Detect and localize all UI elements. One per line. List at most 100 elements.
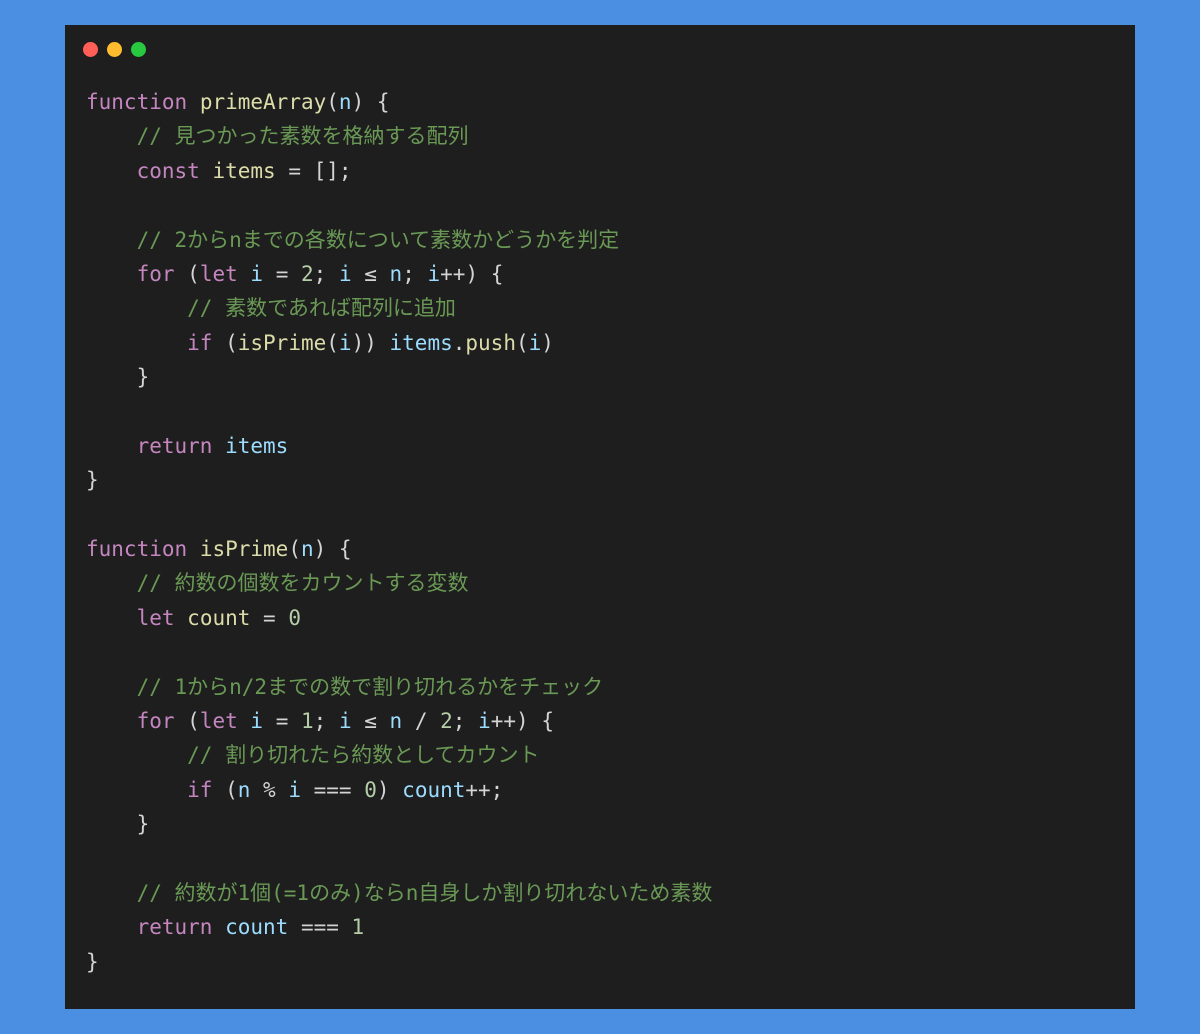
code-token-variable: n — [237, 777, 251, 802]
code-line: // 1からn/2までの数で割り切れるかをチェック — [86, 670, 1115, 704]
code-line: for (let i = 1; i ≤ n / 2; i++) { — [86, 704, 1115, 738]
code-token-plain: ) — [541, 330, 554, 355]
code-line: function primeArray(n) { — [86, 85, 1115, 119]
code-token-plain: } — [86, 468, 99, 493]
code-token-keyword: let — [199, 709, 238, 734]
maximize-dot-icon[interactable] — [131, 42, 146, 57]
code-token-function: isPrime — [199, 537, 289, 562]
code-line: // 割り切れたら約数としてカウント — [86, 738, 1115, 772]
code-token-variable: i — [338, 709, 352, 734]
code-token-function: push — [465, 330, 516, 355]
code-token-keyword: let — [136, 605, 175, 630]
code-token-comment: // 約数の個数をカウントする変数 — [136, 571, 469, 596]
code-line: const items = []; — [86, 154, 1115, 188]
code-token-plain: / — [402, 709, 441, 734]
code-token-variable: count — [225, 915, 289, 940]
code-token-plain: = — [263, 709, 301, 734]
code-token-plain: ( — [288, 537, 301, 562]
code-token-plain: ++) { — [490, 709, 554, 734]
code-token-variable: items — [225, 433, 289, 458]
code-token-plain: ) { — [351, 90, 390, 114]
code-token-variable: i — [338, 261, 352, 286]
code-line: if (n % i === 0) count++; — [86, 773, 1115, 807]
code-line: return items — [86, 429, 1115, 463]
code-token-variable: n — [300, 537, 314, 562]
code-token-variable: i — [288, 777, 301, 802]
code-line: let count = 0 — [86, 601, 1115, 635]
code-token-number: 2 — [301, 261, 314, 286]
code-token-plain: ≤ — [351, 261, 390, 286]
code-token-variable: n — [389, 261, 403, 286]
code-token-keyword: for — [136, 261, 175, 286]
code-token-keyword: for — [136, 709, 175, 734]
code-line: } — [86, 360, 1115, 394]
code-line: } — [86, 807, 1115, 841]
code-token-plain: = — [250, 605, 289, 630]
code-token-plain: )) — [351, 330, 390, 355]
code-line: return count === 1 — [86, 910, 1115, 944]
close-dot-icon[interactable] — [83, 42, 98, 57]
code-token-variable: i — [427, 261, 441, 286]
code-token-plain: ( — [212, 777, 238, 802]
code-token-comment: // 見つかった素数を格納する配列 — [136, 124, 469, 149]
code-token-number: 1 — [351, 915, 365, 940]
code-token-function: primeArray — [199, 90, 327, 114]
code-token-comment: // 1からn/2までの数で割り切れるかをチェック — [136, 674, 604, 699]
code-token-keyword: function — [86, 90, 188, 114]
code-token-plain: } — [86, 812, 150, 837]
code-token-plain: . — [452, 330, 466, 355]
code-token-plain: } — [86, 365, 150, 390]
code-token-plain: ( — [212, 330, 238, 355]
code-token-variable: n — [338, 90, 352, 114]
code-token-keyword: function — [86, 537, 188, 562]
code-window: function primeArray(n) { // 見つかった素数を格納する… — [65, 25, 1135, 1009]
code-token-number: 1 — [301, 709, 314, 734]
code-token-function: isPrime — [237, 330, 327, 355]
code-token-comment: // 割り切れたら約数としてカウント — [187, 743, 540, 768]
code-line: } — [86, 945, 1115, 979]
code-token-comment: // 2からnまでの各数について素数かどうかを判定 — [136, 227, 620, 252]
code-token-plain: ++) { — [440, 261, 504, 286]
code-token-plain: ; — [452, 709, 479, 734]
code-line: // 約数が1個(=1のみ)ならn自身しか割り切れないため素数 — [86, 876, 1115, 910]
code-token-keyword: if — [187, 777, 213, 802]
code-line: function isPrime(n) { — [86, 532, 1115, 566]
code-line: if (isPrime(i)) items.push(i) — [86, 326, 1115, 360]
code-token-plain: ( — [326, 330, 339, 355]
code-line: for (let i = 2; i ≤ n; i++) { — [86, 257, 1115, 291]
code-token-number: 2 — [440, 709, 453, 734]
window-controls — [83, 42, 146, 57]
code-line: } — [86, 463, 1115, 497]
code-token-comment: // 素数であれば配列に追加 — [187, 296, 456, 321]
code-token-plain: ( — [174, 709, 200, 734]
code-line: // 見つかった素数を格納する配列 — [86, 119, 1115, 153]
code-line: // 約数の個数をカウントする変数 — [86, 566, 1115, 600]
minimize-dot-icon[interactable] — [107, 42, 122, 57]
code-block: function primeArray(n) { // 見つかった素数を格納する… — [86, 85, 1115, 979]
code-token-plain: ( — [174, 261, 200, 286]
code-token-variable: i — [338, 330, 352, 355]
code-token-number: 0 — [288, 605, 301, 630]
code-token-plain: === — [288, 915, 352, 940]
code-token-plain: % — [250, 777, 289, 802]
